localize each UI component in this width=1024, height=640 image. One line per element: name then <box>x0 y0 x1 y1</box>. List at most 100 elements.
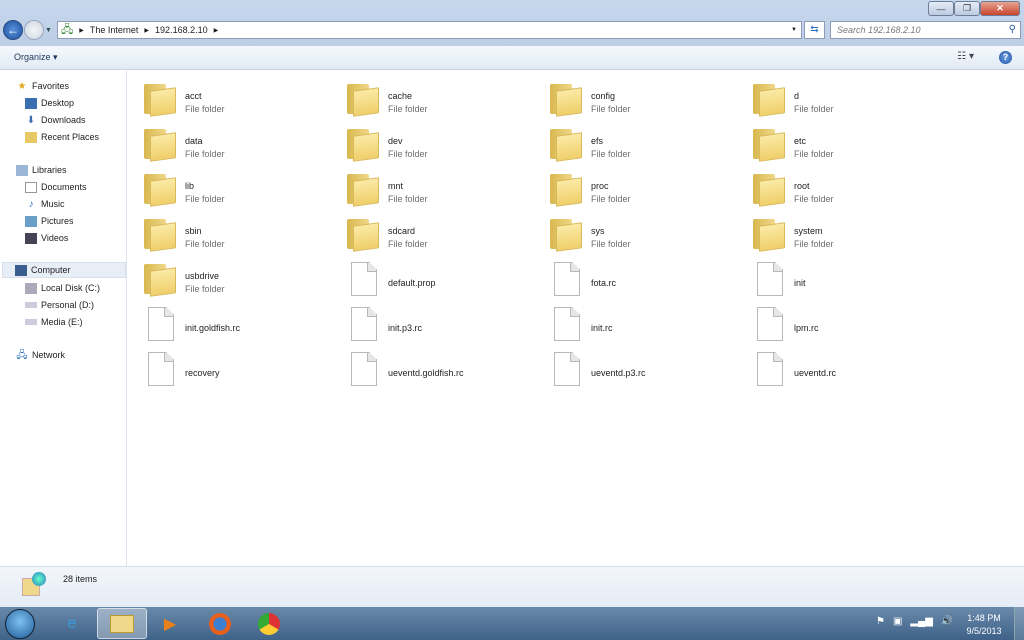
file-item[interactable]: init.goldfish.rc <box>128 303 328 345</box>
chevron-right-icon[interactable]: ▶ <box>79 27 84 34</box>
libraries-icon <box>16 164 28 176</box>
sidebar-label: Videos <box>41 233 69 243</box>
folder-item[interactable]: etc File folder <box>737 123 937 165</box>
file-item[interactable]: lpm.rc <box>737 303 937 345</box>
sidebar-favorites[interactable]: ★ Favorites <box>16 78 70 94</box>
firefox-icon[interactable] <box>195 608 245 639</box>
file-item[interactable]: recovery <box>128 348 328 390</box>
address-bar[interactable]: 🖧 ▶ The Internet ▶ 192.168.2.10 ▶ ▼ <box>57 21 802 39</box>
chevron-right-icon[interactable]: ▶ <box>144 27 149 34</box>
recent-places-icon <box>25 131 37 143</box>
search-placeholder: Search 192.168.2.10 <box>837 25 921 35</box>
navigation-pane: ★ Favorites Desktop ⬇ Downloads Recent Pla… <box>0 71 127 566</box>
refresh-button[interactable]: ⇆ <box>804 21 825 39</box>
forward-button[interactable] <box>24 20 44 40</box>
address-dropdown[interactable]: ▼ <box>791 27 797 33</box>
sidebar-item-desktop[interactable]: Desktop <box>25 95 74 111</box>
sidebar-item-documents[interactable]: Documents <box>25 179 87 195</box>
folder-item[interactable]: d File folder <box>737 78 937 120</box>
file-icon <box>757 307 783 341</box>
sidebar-label: Media (E:) <box>41 317 83 327</box>
folder-item[interactable]: proc File folder <box>534 168 734 210</box>
sidebar-item-media-e[interactable]: Media (E:) <box>25 314 83 330</box>
network-icon: 🖧 <box>16 349 28 361</box>
item-type: File folder <box>185 239 225 249</box>
file-item[interactable]: ueventd.goldfish.rc <box>331 348 531 390</box>
file-item[interactable]: ueventd.rc <box>737 348 937 390</box>
sidebar-item-videos[interactable]: Videos <box>25 230 68 246</box>
file-icon <box>757 352 783 386</box>
change-view-button[interactable]: ☷ ▾ <box>957 51 974 62</box>
folder-icon <box>550 84 582 117</box>
sidebar-label: Pictures <box>41 216 74 226</box>
sidebar-item-recent-places[interactable]: Recent Places <box>25 129 99 145</box>
folder-icon <box>347 129 379 162</box>
file-item[interactable]: ueventd.p3.rc <box>534 348 734 390</box>
windows-explorer-icon[interactable] <box>97 608 147 639</box>
folder-item[interactable]: cache File folder <box>331 78 531 120</box>
action-center-flag-icon[interactable]: ⚑ <box>876 616 885 627</box>
folder-item[interactable]: lib File folder <box>128 168 328 210</box>
restore-button[interactable]: ❐ <box>954 1 980 16</box>
power-icon[interactable]: ▣ <box>893 616 902 627</box>
downloads-icon: ⬇ <box>26 114 36 126</box>
show-desktop-button[interactable] <box>1014 607 1024 640</box>
sidebar-label: Network <box>32 350 66 360</box>
folder-item[interactable]: sbin File folder <box>128 213 328 255</box>
close-button[interactable]: ✕ <box>980 1 1020 16</box>
organize-button[interactable]: Organize ▾ <box>14 52 58 63</box>
recent-pages-dropdown[interactable]: ▼ <box>45 27 52 34</box>
folder-item[interactable]: acct File folder <box>128 78 328 120</box>
item-name: mnt <box>388 181 404 191</box>
folder-item[interactable]: usbdrive File folder <box>128 258 328 300</box>
wifi-signal-icon[interactable]: ▂▄▆ <box>910 616 932 627</box>
folder-item[interactable]: sdcard File folder <box>331 213 531 255</box>
volume-icon[interactable]: 🔊 <box>941 616 953 627</box>
folder-item[interactable]: efs File folder <box>534 123 734 165</box>
sidebar-item-pictures[interactable]: Pictures <box>25 213 74 229</box>
folder-item[interactable]: config File folder <box>534 78 734 120</box>
folder-item[interactable]: system File folder <box>737 213 937 255</box>
file-item[interactable]: init <box>737 258 937 300</box>
item-type: File folder <box>388 239 428 249</box>
breadcrumb-host[interactable]: 192.168.2.10 <box>155 25 208 35</box>
chevron-right-icon[interactable]: ▶ <box>214 27 219 34</box>
file-icon <box>554 307 580 341</box>
media-player-icon[interactable]: ▶ <box>145 608 195 639</box>
minimize-button[interactable]: — <box>928 1 954 16</box>
folder-item[interactable]: sys File folder <box>534 213 734 255</box>
sidebar-item-personal-d[interactable]: Personal (D:) <box>25 297 94 313</box>
sidebar-label: Libraries <box>32 165 67 175</box>
file-item[interactable]: fota.rc <box>534 258 734 300</box>
help-button[interactable]: ? <box>999 51 1012 64</box>
search-input[interactable]: Search 192.168.2.10 ⚲ <box>830 21 1021 39</box>
file-item[interactable]: init.rc <box>534 303 734 345</box>
sidebar-item-downloads[interactable]: ⬇ Downloads <box>25 112 86 128</box>
back-button[interactable]: ← <box>3 20 23 40</box>
folder-item[interactable]: root File folder <box>737 168 937 210</box>
item-type: File folder <box>591 194 631 204</box>
sidebar-network[interactable]: 🖧 Network <box>16 347 65 363</box>
folder-item[interactable]: mnt File folder <box>331 168 531 210</box>
file-icon <box>554 352 580 386</box>
clock-date: 9/5/2013 <box>966 626 1002 636</box>
clock[interactable]: 1:48 PM 9/5/2013 <box>955 612 1013 638</box>
sidebar-label: Music <box>41 199 65 209</box>
search-icon[interactable]: ⚲ <box>1009 24 1016 35</box>
start-button[interactable] <box>5 609 35 639</box>
breadcrumb-the-internet[interactable]: The Internet <box>90 25 139 35</box>
sidebar-computer[interactable]: Computer <box>2 262 126 278</box>
folder-item[interactable]: data File folder <box>128 123 328 165</box>
sidebar-libraries[interactable]: Libraries <box>16 162 67 178</box>
chrome-icon[interactable] <box>244 608 294 639</box>
folder-item[interactable]: dev File folder <box>331 123 531 165</box>
sidebar-item-local-disk-c[interactable]: Local Disk (C:) <box>25 280 100 296</box>
item-count: 28 items <box>63 574 98 584</box>
file-item[interactable]: default.prop <box>331 258 531 300</box>
file-item[interactable]: init.p3.rc <box>331 303 531 345</box>
item-type: File folder <box>388 104 428 114</box>
sidebar-item-music[interactable]: ♪ Music <box>25 196 65 212</box>
sidebar-label: Favorites <box>32 81 70 91</box>
internet-explorer-icon[interactable]: e <box>47 608 97 639</box>
item-name: data <box>185 136 203 146</box>
